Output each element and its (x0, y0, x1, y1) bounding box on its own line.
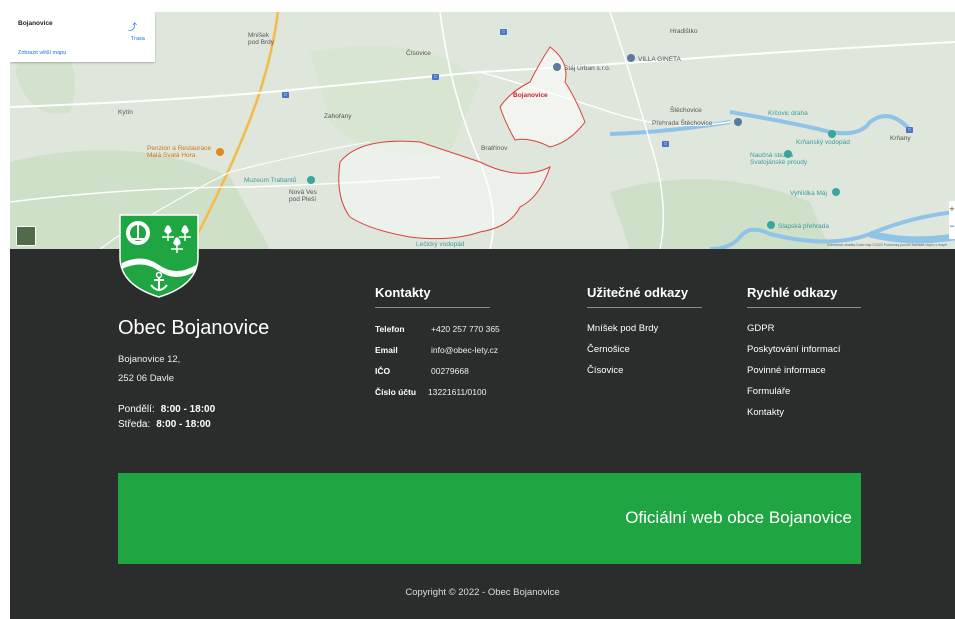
map-label-naucni: Naučná stezka Svatojánské proudy (750, 152, 808, 166)
directions-link[interactable]: Trasa (131, 36, 145, 42)
zoom-in-button[interactable]: + (949, 201, 955, 218)
contacts-heading: Kontakty (375, 285, 431, 300)
zoom-out-button[interactable]: − (949, 218, 955, 235)
map-label-vyhlidka: Vyhlídka Máj (790, 190, 827, 197)
map-label-hradistko: Hradištko (670, 28, 698, 35)
map-label-muzeum: Muzeum Trabantů (244, 177, 297, 184)
map-label-krnansky: Krňanský vodopád (796, 139, 850, 146)
office-hours-row: Pondělí: 8:00 - 18:00 (118, 404, 215, 415)
map-pin-icon[interactable] (734, 118, 742, 126)
contact-key-phone: Telefon (375, 324, 405, 334)
map-label-prehrada: Přehrada Štěchovice (652, 120, 713, 127)
hours-day: Pondělí: (118, 404, 155, 415)
contacts-divider (375, 307, 490, 308)
contact-account: 13221611/0100 (428, 387, 487, 397)
map-label-lecicky: Lečický vodopád (416, 241, 465, 248)
map-label-mnisek: Mníšek pod Brdy (248, 32, 275, 46)
map-pin-icon[interactable] (767, 221, 775, 229)
map-pin-icon[interactable] (216, 148, 224, 156)
map-larger-link[interactable]: Zobrazit větší mapu (18, 50, 66, 56)
map-attribution[interactable]: Klávesové zkratky Data map ©2022 Podmínk… (827, 243, 947, 247)
quick-link-povinne[interactable]: Povinné informace (747, 365, 826, 376)
road-shield: □ (282, 92, 289, 98)
map-label-cisovice: Čísovice (406, 50, 431, 57)
map-label-staj: Stáj Urban s.r.o. (564, 65, 611, 72)
directions-icon[interactable]: ⤴ (128, 20, 137, 33)
address-line-2: 252 06 Davle (118, 373, 174, 384)
quick-link-gdpr[interactable]: GDPR (747, 323, 774, 334)
map-label-kytin: Kytín (118, 109, 133, 116)
useful-links-divider (587, 307, 702, 308)
copyright: Copyright © 2022 - Obec Bojanovice (405, 587, 560, 598)
contact-ico: 00279668 (431, 366, 469, 376)
municipality-crest-icon (119, 214, 199, 298)
address-line-1: Bojanovice 12, (118, 354, 181, 365)
map-info-card: Bojanovice Zobrazit větší mapu ⤴ Trasa (10, 12, 155, 62)
hours-day: Středa: (118, 419, 151, 430)
map-pin-icon[interactable] (307, 176, 315, 184)
map-label-bojanovice: Bojanovice (513, 92, 548, 99)
useful-links-heading: Užitečné odkazy (587, 285, 689, 300)
map-label-stechovice: Štěchovice (670, 107, 702, 114)
map-pin-icon[interactable] (828, 130, 836, 138)
hours-time: 8:00 - 18:00 (156, 419, 211, 430)
map-label-krnany: Krňany (890, 135, 911, 142)
map-card-title: Bojanovice (18, 20, 53, 27)
road-shield: □ (906, 127, 913, 133)
road-shield: □ (500, 29, 507, 35)
map-label-bratrinov: Bratřínov (481, 145, 508, 152)
page: Hradištko Mníšek pod Brdy Čísovice Stáj … (10, 12, 955, 619)
satellite-toggle-button[interactable] (16, 226, 36, 246)
map-label-krovic: Krčovic draha (768, 110, 808, 117)
road-shield: □ (432, 74, 439, 80)
quick-link-kontakty[interactable]: Kontakty (747, 407, 784, 418)
useful-link-mnisek[interactable]: Mníšek pod Brdy (587, 323, 658, 334)
map-label-zahorany: Zahořany (324, 113, 352, 120)
quick-link-formulare[interactable]: Formuláře (747, 386, 790, 397)
useful-link-cernosice[interactable]: Černošice (587, 344, 630, 355)
map-label-penzion: Penzion a Restaurace Malá Svatá Hora (147, 145, 211, 159)
map-pin-icon[interactable] (832, 188, 840, 196)
quick-links-divider (747, 307, 861, 308)
quick-link-poskytovani[interactable]: Poskytování informací (747, 344, 840, 355)
contact-key-ico: IČO (375, 366, 391, 376)
map-label-villa: VILLA GINETA (638, 56, 681, 63)
contact-email[interactable]: info@obec-lety.cz (431, 345, 498, 355)
map-zoom-controls[interactable]: + − (949, 201, 955, 239)
contact-phone[interactable]: +420 257 770 365 (431, 324, 500, 334)
useful-link-cisovice[interactable]: Čísovice (587, 365, 623, 376)
road-shield: □ (662, 141, 669, 147)
quick-links-heading: Rychlé odkazy (747, 285, 838, 300)
map-pin-icon[interactable] (553, 63, 561, 71)
hours-time: 8:00 - 18:00 (160, 404, 216, 415)
map-label-nova-ves: Nová Ves pod Pleší (289, 189, 317, 203)
office-hours-row: Středa: 8:00 - 18:00 (118, 419, 211, 430)
map-label-slapska: Slapská přehrada (778, 223, 829, 230)
municipality-name: Obec Bojanovice (118, 317, 270, 339)
contact-key-email: Email (375, 345, 398, 355)
contact-key-account: Číslo účtu (375, 387, 417, 397)
official-web-banner: Oficiální web obce Bojanovice (118, 473, 861, 564)
map-pin-icon[interactable] (627, 54, 635, 62)
banner-text: Oficiální web obce Bojanovice (625, 508, 852, 527)
